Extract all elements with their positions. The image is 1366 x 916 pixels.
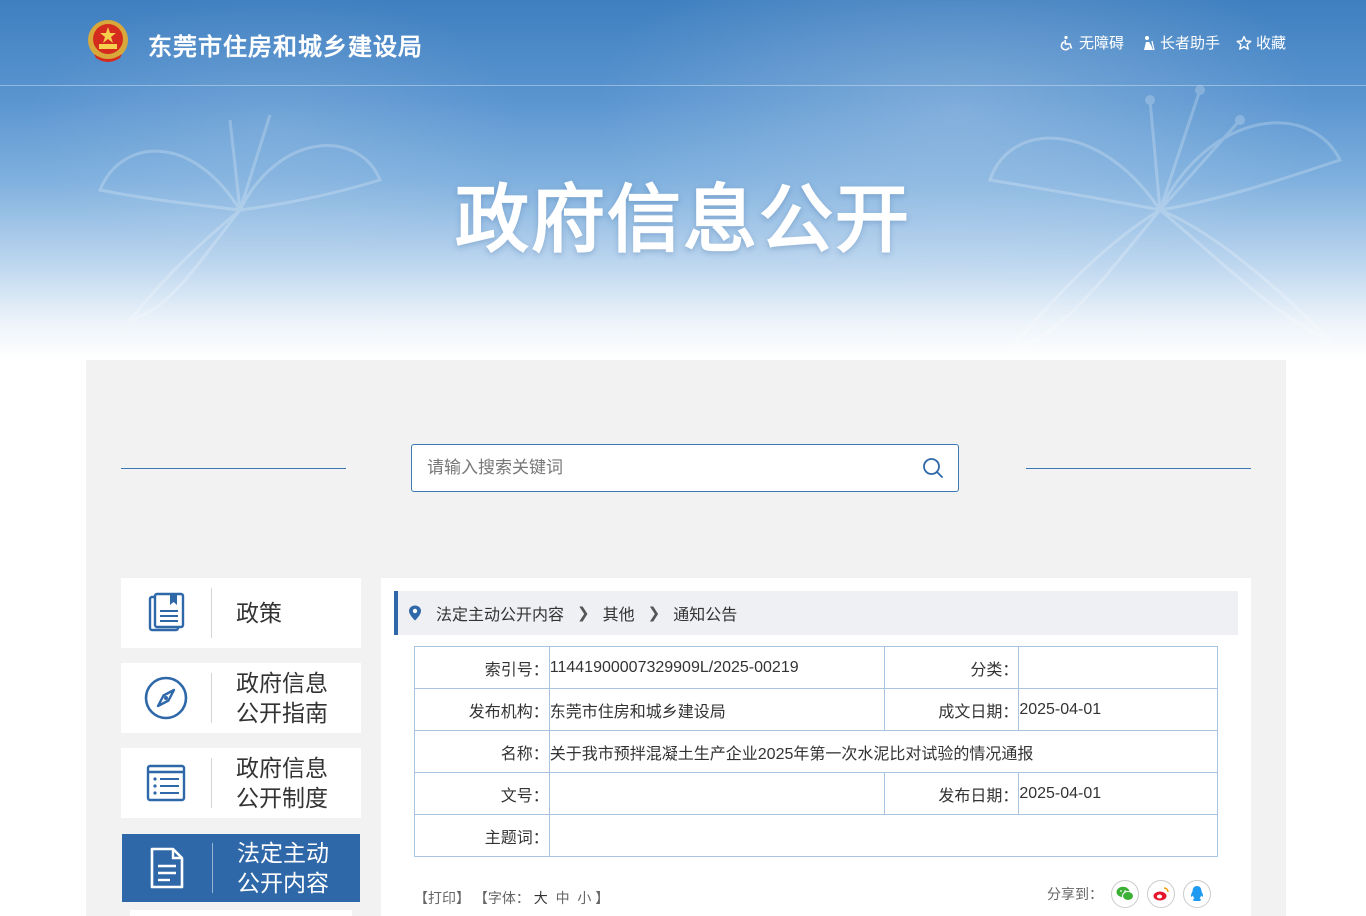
- breadcrumb-link-public-content[interactable]: 法定主动公开内容: [436, 601, 564, 625]
- chevron-right-icon: ❯: [647, 605, 661, 622]
- list-icon: [146, 764, 186, 802]
- font-small-button[interactable]: 小: [577, 890, 591, 906]
- site-title[interactable]: 东莞市住房和城乡建设局: [148, 27, 423, 62]
- table-row: 发布机构： 东莞市住房和城乡建设局 成文日期： 2025-04-01: [414, 688, 1218, 731]
- book-icon: [148, 592, 185, 632]
- print-button[interactable]: 【打印】: [414, 890, 470, 906]
- category-value: [1018, 646, 1218, 689]
- elder-assistant-link[interactable]: 长者助手: [1140, 32, 1220, 53]
- top-links: 无障碍 长者助手 收藏: [1059, 32, 1286, 53]
- name-label: 名称：: [414, 730, 550, 773]
- publisher-label: 发布机构：: [414, 688, 550, 731]
- sidebar-submenu-edge: [130, 910, 352, 916]
- search-input[interactable]: [412, 446, 908, 490]
- search-icon: [923, 458, 943, 478]
- header-banner: 东莞市住房和城乡建设局 无障碍 长者助手 收藏 政府信息公开: [0, 0, 1366, 360]
- index-label: 索引号：: [414, 646, 550, 689]
- sidebar-item-active-content[interactable]: 法定主动 公开内容: [122, 834, 360, 902]
- doc-number-label: 文号：: [414, 772, 550, 815]
- created-date-value: 2025-04-01: [1018, 688, 1218, 731]
- publish-date-value: 2025-04-01: [1018, 772, 1218, 815]
- sidebar-item-label: 政策: [236, 600, 282, 626]
- font-medium-button[interactable]: 中: [556, 890, 570, 906]
- created-date-label: 成文日期：: [883, 688, 1020, 731]
- publisher-value: 东莞市住房和城乡建设局: [548, 688, 885, 731]
- doc-number-value: [548, 772, 885, 815]
- table-row: 名称： 关于我市预拌混凝土生产企业2025年第一次水泥比对试验的情况通报: [414, 730, 1219, 773]
- keywords-value: [548, 814, 1219, 857]
- compass-icon: [144, 676, 188, 720]
- wechat-icon: [1116, 886, 1134, 901]
- main-area: 政策 政府信息 公开指南 政府信息 公开制度: [86, 360, 1286, 916]
- star-icon: [1236, 35, 1252, 50]
- sidebar-item-label: 政府信息 公开制度: [236, 755, 328, 811]
- breadcrumb: 法定主动公开内容 ❯ 其他 ❯ 通知公告: [394, 591, 1238, 635]
- accessibility-link[interactable]: 无障碍: [1059, 32, 1124, 53]
- location-pin-icon: [409, 605, 421, 621]
- share-weibo-button[interactable]: [1147, 880, 1175, 908]
- sidebar-item-label: 政府信息 公开指南: [236, 670, 328, 726]
- top-bar: 东莞市住房和城乡建设局 无障碍 长者助手 收藏: [0, 0, 1366, 86]
- favorite-label: 收藏: [1255, 35, 1286, 52]
- document-meta-table: 索引号： 11441900007329909L/2025-00219 分类： 发…: [414, 646, 1219, 857]
- search-button[interactable]: [908, 445, 958, 491]
- sidebar-item-label: 法定主动 公开内容: [237, 840, 329, 896]
- elder-icon: [1143, 35, 1155, 50]
- article-tools: 【打印】 【字体： 大 中 小 】: [414, 888, 609, 908]
- table-row: 文号： 发布日期： 2025-04-01: [414, 772, 1218, 815]
- search-divider-left: [121, 468, 346, 469]
- banner-title: 政府信息公开: [455, 178, 911, 261]
- content-panel: 法定主动公开内容 ❯ 其他 ❯ 通知公告 索引号： 11441900007329…: [381, 578, 1251, 916]
- font-size-suffix: 】: [595, 890, 610, 906]
- search-divider-right: [1026, 468, 1251, 469]
- keywords-label: 主题词：: [414, 814, 550, 857]
- favorite-link[interactable]: 收藏: [1236, 32, 1286, 53]
- category-label: 分类：: [883, 646, 1020, 689]
- sidebar-item-policy[interactable]: 政策: [121, 578, 361, 648]
- table-row: 主题词：: [414, 814, 1219, 857]
- share-wechat-button[interactable]: [1111, 880, 1139, 908]
- search-box: [411, 444, 959, 492]
- font-size-prefix: 【字体：: [473, 890, 530, 906]
- font-large-button[interactable]: 大: [534, 890, 548, 906]
- document-icon: [150, 847, 184, 889]
- share-qq-button[interactable]: [1183, 880, 1211, 908]
- share-bar: 分享到：: [1047, 880, 1211, 908]
- wheelchair-icon: [1060, 35, 1073, 50]
- breadcrumb-link-other[interactable]: 其他: [603, 601, 635, 625]
- breadcrumb-link-notice[interactable]: 通知公告: [673, 601, 737, 625]
- elder-assistant-label: 长者助手: [1159, 35, 1220, 52]
- table-row: 索引号： 11441900007329909L/2025-00219 分类：: [414, 646, 1218, 689]
- sidebar-item-system[interactable]: 政府信息 公开制度: [121, 748, 361, 818]
- chevron-right-icon: ❯: [577, 605, 590, 622]
- publish-date-label: 发布日期：: [883, 772, 1020, 815]
- index-value: 11441900007329909L/2025-00219: [548, 646, 885, 689]
- accessibility-label: 无障碍: [1078, 35, 1124, 52]
- sidebar-item-guide[interactable]: 政府信息 公开指南: [121, 663, 361, 733]
- national-emblem-icon: [88, 20, 128, 62]
- name-value: 关于我市预拌混凝土生产企业2025年第一次水泥比对试验的情况通报: [548, 730, 1219, 773]
- qq-icon: [1190, 886, 1204, 901]
- share-label: 分享到：: [1047, 886, 1103, 902]
- weibo-icon: [1153, 887, 1169, 901]
